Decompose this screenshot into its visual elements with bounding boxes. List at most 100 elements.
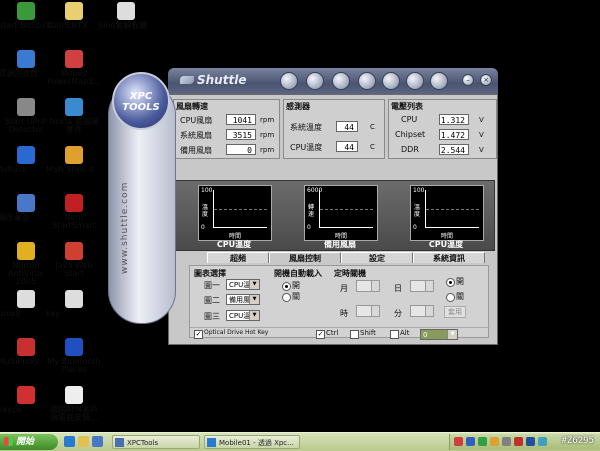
app-icon — [17, 386, 35, 404]
chart-1-select-value: CPU溫 — [229, 281, 251, 289]
desktop-icon[interactable]: Sino繁解軟體 — [98, 2, 154, 30]
desktop-icon[interactable]: Nero StartSmart — [46, 194, 102, 230]
xpc-tools-logo: XPC TOOLS — [112, 72, 170, 130]
settings-area: 圖表選擇 圖一 CPU溫 ▼ 圖二 備用風 ▼ 圖三 CPU溫 ▼ 開機自動載入… — [189, 265, 490, 340]
chart-3-select-value: CPU溫 — [229, 312, 251, 320]
quicklaunch-ie-icon[interactable] — [64, 436, 75, 447]
graph-3-ymin: 0 — [413, 224, 417, 231]
taskbar-item-xpctools[interactable]: XPCTools — [112, 435, 200, 449]
graph-3-caption: CPU溫度 — [428, 240, 464, 249]
chipset-voltage-unit: V — [479, 131, 484, 139]
minimize-button[interactable]: – — [462, 74, 474, 86]
alt-label: Alt — [400, 329, 410, 337]
spare-fan-value: 0 — [226, 144, 256, 155]
feature-tabs: 超頻 風扇控制 設定 系統資訊 — [207, 252, 497, 263]
fan-speed-title: 風扇轉速 — [176, 102, 208, 111]
quicklaunch-folder-icon[interactable] — [78, 436, 89, 447]
toolbar-eraser-button[interactable] — [358, 72, 376, 90]
timer-hour-spinner[interactable] — [356, 305, 380, 317]
app-icon — [17, 50, 35, 68]
taskbar-item-browser[interactable]: Mobile01 - 透過 Xpc... — [204, 435, 300, 449]
timer-day-spinner[interactable] — [410, 280, 434, 292]
tray-icon-2[interactable] — [466, 437, 475, 446]
tray-icon-6[interactable] — [514, 437, 523, 446]
app-icon — [17, 146, 35, 164]
graph-1-caption: CPU溫度 — [216, 240, 252, 249]
desktop-icon-label: Skype — [0, 405, 23, 414]
tab-system-info[interactable]: 系統資訊 — [413, 252, 485, 263]
system-fan-value: 3515 — [226, 129, 256, 140]
app-icon — [65, 146, 83, 164]
toolbar-edit-button[interactable] — [382, 72, 400, 90]
chart-2-select-value: 備用風 — [229, 296, 250, 304]
toolbar-settings-button[interactable] — [430, 72, 448, 90]
app-icon — [65, 50, 83, 68]
graph-1-plot — [213, 190, 267, 228]
chart-2-label: 圖二 — [204, 296, 220, 305]
desktop-icon[interactable]: My Bluetooth Places — [46, 338, 102, 374]
timer-minute-spinner[interactable] — [410, 305, 434, 317]
autoload-off-radio[interactable] — [282, 293, 291, 302]
timer-on-label: 開 — [456, 277, 464, 286]
toolbar-tools-button[interactable] — [332, 72, 350, 90]
desktop-icon[interactable]: MSN Shell 4 — [46, 146, 102, 174]
tray-icon-5[interactable] — [502, 437, 511, 446]
tray-icon-8[interactable] — [538, 437, 547, 446]
tab-settings[interactable]: 設定 — [341, 252, 413, 263]
chevron-down-icon: ▼ — [249, 280, 259, 289]
graph-1-ymin: 0 — [201, 224, 205, 231]
hotkey-row: ✓ Optical Drive Hot Key ✓ Ctrl Shift Alt… — [190, 327, 490, 340]
desktop-icon-label: AvRack — [0, 165, 28, 174]
desktop-icon[interactable]: 網路ATM客戶端電腦安裝... — [46, 386, 102, 422]
quicklaunch-desktop-icon[interactable] — [92, 436, 103, 447]
app-icon — [65, 338, 83, 356]
alt-checkbox[interactable] — [390, 330, 399, 339]
timer-apply-button[interactable]: 套用 — [444, 306, 466, 318]
timer-month-spinner[interactable] — [356, 280, 380, 292]
toolbar-help-button[interactable] — [406, 72, 424, 90]
hotkey-key-value: 0 — [423, 331, 428, 339]
timer-on-radio[interactable] — [446, 278, 455, 287]
toolbar-refresh-button[interactable] — [306, 72, 324, 90]
timer-minute-label: 分 — [394, 309, 402, 318]
browser-task-icon — [207, 438, 216, 447]
timer-off-label: 關 — [456, 292, 464, 301]
autoload-on-radio[interactable] — [282, 282, 291, 291]
tray-icon-7[interactable] — [526, 437, 535, 446]
timer-off-radio[interactable] — [446, 293, 455, 302]
system-temp-unit: C — [370, 123, 375, 131]
chart-3-label: 圖三 — [204, 312, 220, 321]
tray-icon-1[interactable] — [454, 437, 463, 446]
autoload-on-label: 開 — [292, 281, 300, 290]
toolbar-globe-button[interactable] — [280, 72, 298, 90]
tray-icon-3[interactable] — [478, 437, 487, 446]
chart-3-select[interactable]: CPU溫 ▼ — [226, 310, 260, 321]
desktop-icon[interactable]: Nokia 電腦端套件 — [46, 98, 102, 134]
optical-hotkey-checkbox[interactable]: ✓ — [194, 330, 203, 339]
ctrl-label: Ctrl — [326, 329, 339, 337]
cpu-temp-label: CPU溫度 — [290, 143, 323, 152]
close-button[interactable]: × — [480, 74, 492, 86]
fan-speed-panel: 風扇轉速 CPU風扇 1041 rpm 系統風扇 3515 rpm 備用風扇 0… — [173, 99, 280, 159]
autoload-off-label: 關 — [292, 292, 300, 301]
desktop-icon[interactable]: Java Web Start — [46, 242, 102, 278]
desktop-icon[interactable]: key — [46, 290, 102, 318]
tab-overclock[interactable]: 超頻 — [207, 252, 269, 263]
desktop-icon-label: Mobey PowerMap3... — [47, 69, 101, 86]
graph-3-ymax: 100 — [413, 187, 425, 194]
title-bar[interactable]: Shuttle – × — [168, 68, 498, 94]
tray-icon-4[interactable] — [490, 437, 499, 446]
hotkey-key-select[interactable]: 0 ▼ — [420, 329, 458, 340]
spare-fan-unit: rpm — [260, 146, 275, 154]
tab-fan-control[interactable]: 風扇控制 — [269, 252, 341, 263]
shift-label: Shift — [360, 329, 376, 337]
ctrl-checkbox[interactable]: ✓ — [316, 330, 325, 339]
system-temp-value: 44 — [336, 121, 358, 132]
desktop-icon[interactable]: Mobey PowerMap3... — [46, 50, 102, 86]
chart-1-select[interactable]: CPU溫 ▼ — [226, 279, 260, 290]
start-button[interactable]: 開始 — [0, 434, 58, 450]
desktop-icon[interactable]: 100PENTX — [46, 2, 102, 30]
shift-checkbox[interactable] — [350, 330, 359, 339]
timer-day-label: 日 — [394, 284, 402, 293]
chart-2-select[interactable]: 備用風 ▼ — [226, 294, 260, 305]
